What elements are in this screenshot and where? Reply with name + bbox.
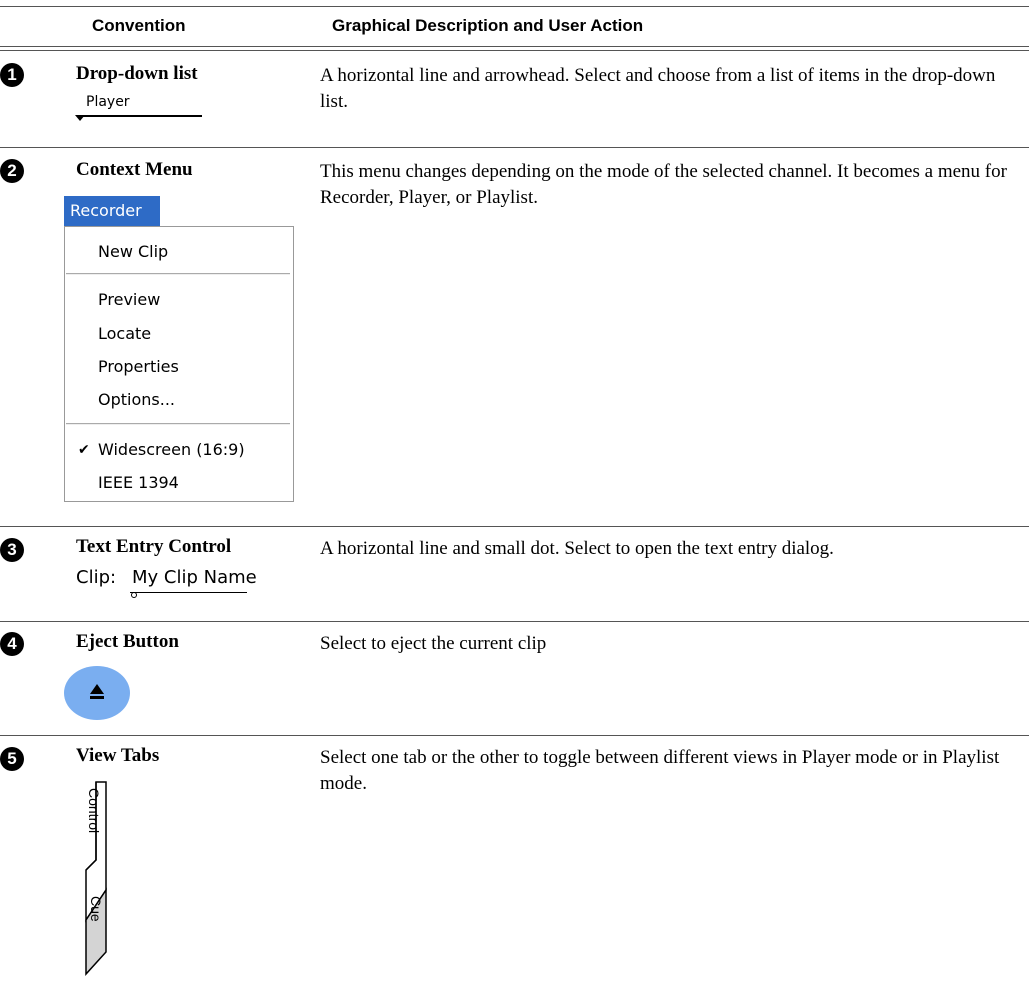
menu-item-options[interactable]: Options...	[98, 390, 175, 409]
term-text-entry-control: Text Entry Control	[76, 536, 232, 557]
menu-item-preview[interactable]: Preview	[98, 290, 160, 309]
menu-item-ieee-1394[interactable]: IEEE 1394	[98, 473, 179, 492]
menu-item-locate[interactable]: Locate	[98, 324, 151, 343]
menu-item-properties[interactable]: Properties	[98, 357, 179, 376]
menu-separator	[66, 273, 290, 275]
row-number-4: 4	[0, 632, 24, 656]
menu-item-new-clip[interactable]: New Clip	[98, 242, 168, 261]
menu-separator	[66, 423, 290, 425]
drop-down-line	[82, 115, 202, 117]
context-menu-title[interactable]: Recorder	[64, 196, 160, 226]
header-rule-2	[0, 50, 1029, 51]
description-view-tabs: Select one tab or the other to toggle be…	[320, 747, 1000, 794]
arrowhead-icon	[75, 115, 85, 121]
text-entry-line	[130, 592, 247, 593]
row-number-2: 2	[0, 159, 24, 183]
header-description: Graphical Description and User Action	[332, 16, 644, 35]
header-convention: Convention	[92, 16, 186, 35]
text-entry-dot-icon	[131, 592, 137, 598]
row-rule-4	[0, 735, 1029, 736]
row-number-1: 1	[0, 63, 24, 87]
eject-icon	[90, 684, 104, 694]
eject-button[interactable]	[64, 666, 130, 720]
eject-icon-bar	[90, 696, 104, 699]
menu-item-widescreen[interactable]: Widescreen (16:9)	[98, 440, 245, 459]
clip-label: Clip:	[76, 567, 117, 588]
row-number-3: 3	[0, 538, 24, 562]
drop-down-label: Player	[86, 94, 130, 110]
row-rule-3	[0, 621, 1029, 622]
row-rule-2	[0, 526, 1029, 527]
header-rule-1	[0, 46, 1029, 47]
description-context-menu: This menu changes depending on the mode …	[320, 161, 1007, 208]
description-drop-down-list: A horizontal line and arrowhead. Select …	[320, 65, 996, 112]
description-eject-button: Select to eject the current clip	[320, 633, 547, 654]
top-rule	[0, 6, 1029, 7]
checkmark-icon: ✔	[78, 442, 90, 458]
tab-cue[interactable]: Cue	[88, 896, 104, 922]
term-view-tabs: View Tabs	[76, 745, 160, 766]
term-context-menu: Context Menu	[76, 159, 193, 180]
description-text-entry-control: A horizontal line and small dot. Select …	[320, 538, 834, 559]
row-number-5: 5	[0, 747, 24, 771]
term-drop-down-list: Drop-down list	[76, 63, 198, 84]
clip-name-field[interactable]: My Clip Name	[132, 567, 257, 588]
tab-control[interactable]: Control	[86, 788, 102, 833]
term-eject-button: Eject Button	[76, 631, 179, 652]
row-rule-1	[0, 147, 1029, 148]
